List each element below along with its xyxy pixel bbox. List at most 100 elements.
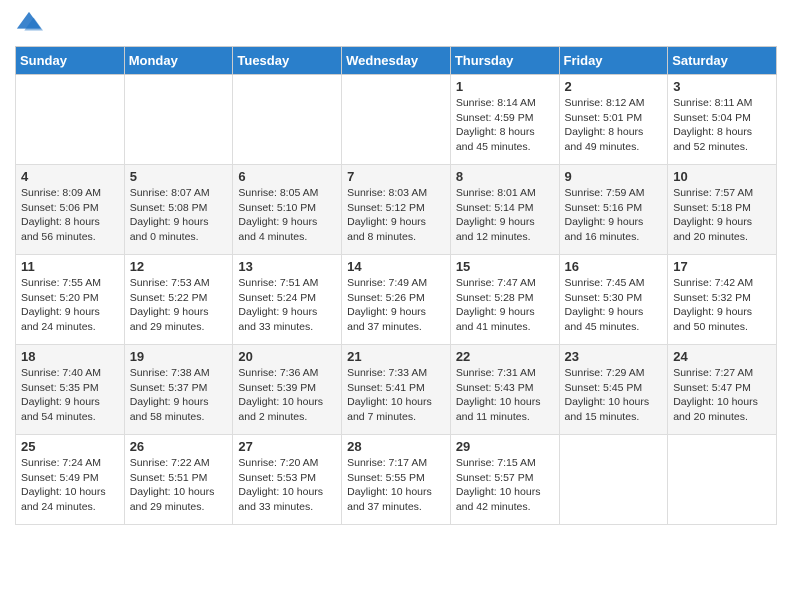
calendar-cell	[124, 75, 233, 165]
calendar-cell: 25Sunrise: 7:24 AM Sunset: 5:49 PM Dayli…	[16, 435, 125, 525]
logo-icon	[15, 10, 43, 38]
calendar-cell: 17 Sunrise: 7:42 AM Sunset: 5:32 PM Dayli…	[668, 255, 777, 345]
day-number: 24	[673, 349, 771, 364]
day-number: 5	[130, 169, 228, 184]
day-info: Sunrise: 8:01 AM Sunset: 5:14 PM Dayligh…	[456, 186, 554, 245]
calendar-cell: 6Sunrise: 8:05 AM Sunset: 5:10 PM Daylig…	[233, 165, 342, 255]
day-info: Sunrise: 8:09 AM Sunset: 5:06 PM Dayligh…	[21, 186, 119, 245]
calendar-week-5: 25Sunrise: 7:24 AM Sunset: 5:49 PM Dayli…	[16, 435, 777, 525]
day-number: 29	[456, 439, 554, 454]
day-number: 21	[347, 349, 445, 364]
calendar-cell: 15 Sunrise: 7:47 AM Sunset: 5:28 PM Dayli…	[450, 255, 559, 345]
calendar-table: SundayMondayTuesdayWednesdayThursdayFrid…	[15, 46, 777, 525]
day-number: 23	[565, 349, 663, 364]
day-info: Sunrise: 7:42 AM Sunset: 5:32 PM Dayligh…	[673, 276, 771, 335]
calendar-week-1: 1Sunrise: 8:14 AM Sunset: 4:59 PM Daylig…	[16, 75, 777, 165]
day-info: Sunrise: 7:38 AM Sunset: 5:37 PM Dayligh…	[130, 366, 228, 425]
day-number: 16	[565, 259, 663, 274]
calendar-cell: 1Sunrise: 8:14 AM Sunset: 4:59 PM Daylig…	[450, 75, 559, 165]
calendar-week-3: 11 Sunrise: 7:55 AM Sunset: 5:20 PM Dayli…	[16, 255, 777, 345]
weekday-header-friday: Friday	[559, 47, 668, 75]
day-info: Sunrise: 7:31 AM Sunset: 5:43 PM Dayligh…	[456, 366, 554, 425]
day-number: 3	[673, 79, 771, 94]
day-info: Sunrise: 8:12 AM Sunset: 5:01 PM Dayligh…	[565, 96, 663, 155]
calendar-cell: 5Sunrise: 8:07 AM Sunset: 5:08 PM Daylig…	[124, 165, 233, 255]
day-info: Sunrise: 7:17 AM Sunset: 5:55 PM Dayligh…	[347, 456, 445, 515]
day-info: Sunrise: 7:45 AM Sunset: 5:30 PM Dayligh…	[565, 276, 663, 335]
calendar-cell: 29 Sunrise: 7:15 AM Sunset: 5:57 PM Dayli…	[450, 435, 559, 525]
day-info: Sunrise: 7:27 AM Sunset: 5:47 PM Dayligh…	[673, 366, 771, 425]
day-number: 22	[456, 349, 554, 364]
calendar-cell	[233, 75, 342, 165]
day-number: 9	[565, 169, 663, 184]
calendar-cell: 4 Sunrise: 8:09 AM Sunset: 5:06 PM Daylig…	[16, 165, 125, 255]
day-number: 26	[130, 439, 228, 454]
calendar-cell	[342, 75, 451, 165]
calendar-cell: 19 Sunrise: 7:38 AM Sunset: 5:37 PM Dayli…	[124, 345, 233, 435]
calendar-cell	[559, 435, 668, 525]
calendar-cell: 9 Sunrise: 7:59 AM Sunset: 5:16 PM Daylig…	[559, 165, 668, 255]
page-header	[15, 10, 777, 38]
calendar-cell: 23 Sunrise: 7:29 AM Sunset: 5:45 PM Dayli…	[559, 345, 668, 435]
day-info: Sunrise: 7:51 AM Sunset: 5:24 PM Dayligh…	[238, 276, 336, 335]
calendar-cell: 12 Sunrise: 7:53 AM Sunset: 5:22 PM Dayli…	[124, 255, 233, 345]
day-info: Sunrise: 7:55 AM Sunset: 5:20 PM Dayligh…	[21, 276, 119, 335]
weekday-header-saturday: Saturday	[668, 47, 777, 75]
calendar-cell: 27Sunrise: 7:20 AM Sunset: 5:53 PM Dayli…	[233, 435, 342, 525]
day-info: Sunrise: 7:40 AM Sunset: 5:35 PM Dayligh…	[21, 366, 119, 425]
day-info: Sunrise: 7:15 AM Sunset: 5:57 PM Dayligh…	[456, 456, 554, 515]
day-number: 2	[565, 79, 663, 94]
day-number: 14	[347, 259, 445, 274]
calendar-cell	[16, 75, 125, 165]
day-info: Sunrise: 7:53 AM Sunset: 5:22 PM Dayligh…	[130, 276, 228, 335]
day-info: Sunrise: 7:33 AM Sunset: 5:41 PM Dayligh…	[347, 366, 445, 425]
day-info: Sunrise: 7:22 AM Sunset: 5:51 PM Dayligh…	[130, 456, 228, 515]
weekday-header-wednesday: Wednesday	[342, 47, 451, 75]
day-number: 17	[673, 259, 771, 274]
day-number: 11	[21, 259, 119, 274]
day-info: Sunrise: 8:14 AM Sunset: 4:59 PM Dayligh…	[456, 96, 554, 155]
calendar-cell: 14 Sunrise: 7:49 AM Sunset: 5:26 PM Dayli…	[342, 255, 451, 345]
calendar-cell: 20Sunrise: 7:36 AM Sunset: 5:39 PM Dayli…	[233, 345, 342, 435]
day-number: 18	[21, 349, 119, 364]
weekday-header-monday: Monday	[124, 47, 233, 75]
day-number: 28	[347, 439, 445, 454]
calendar-week-4: 18 Sunrise: 7:40 AM Sunset: 5:35 PM Dayli…	[16, 345, 777, 435]
day-info: Sunrise: 8:03 AM Sunset: 5:12 PM Dayligh…	[347, 186, 445, 245]
day-info: Sunrise: 7:24 AM Sunset: 5:49 PM Dayligh…	[21, 456, 119, 515]
day-info: Sunrise: 8:05 AM Sunset: 5:10 PM Dayligh…	[238, 186, 336, 245]
day-number: 10	[673, 169, 771, 184]
day-info: Sunrise: 7:29 AM Sunset: 5:45 PM Dayligh…	[565, 366, 663, 425]
day-number: 13	[238, 259, 336, 274]
day-number: 4	[21, 169, 119, 184]
calendar-cell: 8 Sunrise: 8:01 AM Sunset: 5:14 PM Daylig…	[450, 165, 559, 255]
day-info: Sunrise: 8:11 AM Sunset: 5:04 PM Dayligh…	[673, 96, 771, 155]
calendar-cell: 26 Sunrise: 7:22 AM Sunset: 5:51 PM Dayli…	[124, 435, 233, 525]
day-info: Sunrise: 7:57 AM Sunset: 5:18 PM Dayligh…	[673, 186, 771, 245]
calendar-cell: 13 Sunrise: 7:51 AM Sunset: 5:24 PM Dayli…	[233, 255, 342, 345]
logo	[15, 10, 47, 38]
calendar-cell: 24 Sunrise: 7:27 AM Sunset: 5:47 PM Dayli…	[668, 345, 777, 435]
weekday-header-row: SundayMondayTuesdayWednesdayThursdayFrid…	[16, 47, 777, 75]
calendar-cell: 16 Sunrise: 7:45 AM Sunset: 5:30 PM Dayli…	[559, 255, 668, 345]
weekday-header-thursday: Thursday	[450, 47, 559, 75]
calendar-cell: 21 Sunrise: 7:33 AM Sunset: 5:41 PM Dayli…	[342, 345, 451, 435]
calendar-week-2: 4 Sunrise: 8:09 AM Sunset: 5:06 PM Daylig…	[16, 165, 777, 255]
calendar-cell: 11 Sunrise: 7:55 AM Sunset: 5:20 PM Dayli…	[16, 255, 125, 345]
day-number: 27	[238, 439, 336, 454]
day-info: Sunrise: 7:47 AM Sunset: 5:28 PM Dayligh…	[456, 276, 554, 335]
day-number: 19	[130, 349, 228, 364]
day-info: Sunrise: 7:59 AM Sunset: 5:16 PM Dayligh…	[565, 186, 663, 245]
day-number: 8	[456, 169, 554, 184]
calendar-cell: 7Sunrise: 8:03 AM Sunset: 5:12 PM Daylig…	[342, 165, 451, 255]
day-number: 15	[456, 259, 554, 274]
day-number: 12	[130, 259, 228, 274]
calendar-cell: 18 Sunrise: 7:40 AM Sunset: 5:35 PM Dayli…	[16, 345, 125, 435]
day-info: Sunrise: 7:49 AM Sunset: 5:26 PM Dayligh…	[347, 276, 445, 335]
weekday-header-tuesday: Tuesday	[233, 47, 342, 75]
calendar-cell: 22 Sunrise: 7:31 AM Sunset: 5:43 PM Dayli…	[450, 345, 559, 435]
calendar-cell: 2 Sunrise: 8:12 AM Sunset: 5:01 PM Daylig…	[559, 75, 668, 165]
calendar-cell: 10 Sunrise: 7:57 AM Sunset: 5:18 PM Dayli…	[668, 165, 777, 255]
day-info: Sunrise: 7:36 AM Sunset: 5:39 PM Dayligh…	[238, 366, 336, 425]
calendar-cell: 28 Sunrise: 7:17 AM Sunset: 5:55 PM Dayli…	[342, 435, 451, 525]
